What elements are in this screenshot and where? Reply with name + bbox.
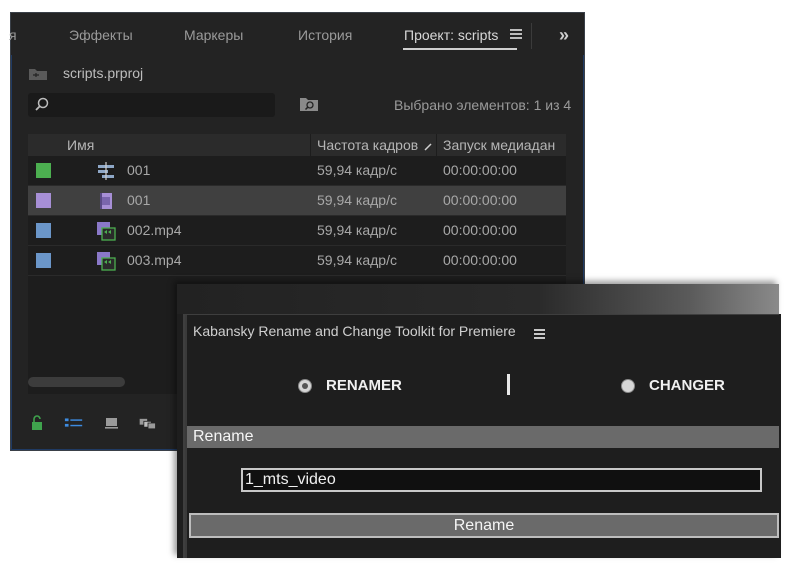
table-row[interactable]: 003.mp4 59,94 кадр/с 00:00:00:00	[28, 246, 566, 276]
item-media-start: 00:00:00:00	[443, 192, 517, 208]
panel-left-border	[183, 314, 185, 558]
column-divider	[310, 134, 311, 156]
panel-menu-icon[interactable]	[510, 29, 522, 39]
label-color-swatch[interactable]	[36, 163, 51, 178]
tab-bar: я Эффекты Маркеры История Проект: script…	[9, 13, 584, 55]
column-divider	[436, 134, 437, 156]
item-name: 001	[127, 162, 151, 178]
changer-label[interactable]: CHANGER	[649, 377, 725, 394]
panel-title: Kabansky Rename and Change Toolkit for P…	[193, 323, 516, 339]
changer-radio[interactable]	[621, 379, 635, 393]
tab-project[interactable]: Проект: scripts	[404, 27, 498, 43]
item-media-start: 00:00:00:00	[443, 252, 517, 268]
label-color-swatch[interactable]	[36, 223, 51, 238]
panel-menu-icon[interactable]	[534, 329, 545, 339]
panel-top-edge	[177, 284, 779, 314]
horizontal-scrollbar[interactable]	[28, 377, 125, 387]
label-color-swatch[interactable]	[36, 193, 51, 208]
rename-button[interactable]: Rename	[189, 513, 779, 538]
item-media-start: 00:00:00:00	[443, 162, 517, 178]
sequence-icon	[98, 162, 114, 180]
search-icon	[35, 97, 49, 111]
kabansky-toolkit-panel: Kabansky Rename and Change Toolkit for P…	[177, 284, 781, 558]
section-title: Rename	[193, 428, 254, 445]
item-media-start: 00:00:00:00	[443, 222, 517, 238]
sort-indicator-icon	[424, 143, 432, 151]
icon-view-icon[interactable]	[102, 415, 122, 431]
label-color-swatch[interactable]	[36, 253, 51, 268]
tab-effects[interactable]: Эффекты	[69, 27, 133, 43]
panel-top-border	[185, 314, 779, 315]
renamer-radio[interactable]	[298, 379, 312, 393]
rename-text-input[interactable]: 1_mts_video	[241, 468, 762, 492]
section-header-rename: Rename	[187, 426, 779, 448]
new-search-bin-icon[interactable]	[299, 97, 319, 112]
item-frame-rate: 59,94 кадр/с	[317, 252, 397, 268]
clip-icon	[100, 193, 112, 209]
item-name: 002.mp4	[127, 222, 182, 238]
item-frame-rate: 59,94 кадр/с	[317, 162, 397, 178]
project-folder-icon	[29, 69, 47, 80]
table-row[interactable]: 002.mp4 59,94 кадр/с 00:00:00:00	[28, 216, 566, 246]
project-file-name: scripts.prproj	[63, 65, 144, 81]
table-row[interactable]: 001 59,94 кадр/с 00:00:00:00	[28, 186, 566, 216]
search-input[interactable]	[28, 93, 275, 117]
item-name: 001	[127, 192, 151, 208]
video-file-icon	[97, 252, 116, 271]
tab-divider	[531, 23, 532, 49]
item-frame-rate: 59,94 кадр/с	[317, 222, 397, 238]
selection-status: Выбрано элементов: 1 из 4	[394, 97, 572, 113]
column-header-frame-rate[interactable]: Частота кадров	[317, 137, 418, 153]
list-view-icon[interactable]	[64, 415, 84, 431]
table-row[interactable]: 001 59,94 кадр/с 00:00:00:00	[28, 156, 566, 186]
column-header-name[interactable]: Имя	[67, 137, 94, 153]
column-header-media-start[interactable]: Запуск медиадан	[443, 137, 555, 153]
tab-markers[interactable]: Маркеры	[184, 27, 243, 43]
item-name: 003.mp4	[127, 252, 182, 268]
table-header: Имя Частота кадров Запуск медиадан	[28, 134, 566, 156]
tab-truncated[interactable]: я	[9, 27, 17, 43]
freeform-view-icon[interactable]	[138, 415, 158, 431]
renamer-label[interactable]: RENAMER	[326, 377, 402, 394]
tab-history[interactable]: История	[298, 27, 352, 43]
video-file-icon	[97, 222, 116, 241]
item-frame-rate: 59,94 кадр/с	[317, 192, 397, 208]
active-tab-indicator	[403, 48, 517, 50]
mode-divider	[507, 374, 510, 395]
double-chevron-right-icon[interactable]: »	[559, 25, 569, 46]
lock-open-icon[interactable]	[28, 415, 48, 431]
